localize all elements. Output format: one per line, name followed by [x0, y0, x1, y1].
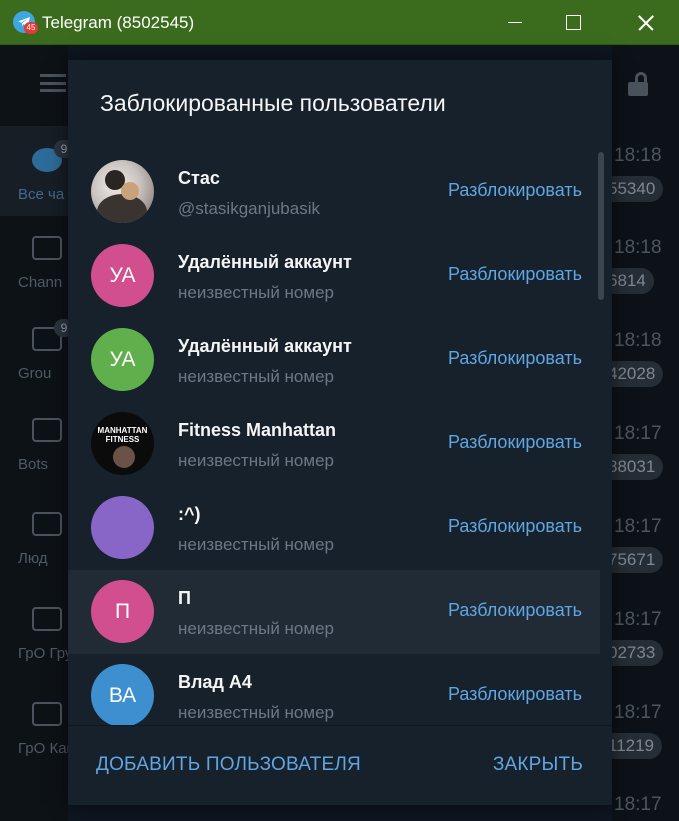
chat-time: 18:17 [614, 423, 662, 444]
chat-bubbles-icon [32, 607, 62, 631]
blocked-users-list: Стас @stasikganjubasik Разблокировать УА Уда… [68, 150, 612, 725]
sidebar-folder-item[interactable]: Люд [0, 490, 68, 580]
user-subtitle: неизвестный номер [178, 367, 334, 386]
sidebar-folder-item[interactable]: Chann [0, 214, 68, 304]
close-window-button[interactable] [622, 0, 668, 45]
blocked-user-row[interactable]: П Пнеизвестный номер Разблокировать [68, 570, 600, 654]
folder-icon [32, 236, 62, 260]
add-user-button[interactable]: ДОБАВИТЬ ПОЛЬЗОВАТЕЛЯ [96, 754, 361, 776]
minimize-button[interactable] [492, 0, 538, 45]
sidebar-folder-label: Все ча [18, 186, 65, 203]
chat-time: 18:17 [614, 609, 662, 630]
avatar: ВА [91, 664, 154, 725]
sidebar-folder-label: Grou [18, 365, 52, 382]
sidebar-folder-label: Bots [18, 456, 49, 473]
blocked-user-row[interactable]: УА Удалённый аккаунт неизвестный номер Разб… [68, 318, 600, 402]
sidebar-folder-item[interactable]: 9 Grou [0, 305, 74, 395]
user-name: Удалённый аккаунт [178, 252, 352, 272]
chat-time: 18:18 [614, 237, 662, 258]
user-name: П [178, 588, 191, 608]
unblock-button[interactable]: Разблокировать [448, 264, 582, 285]
unblock-button[interactable]: Разблокировать [448, 432, 582, 453]
blocked-user-row[interactable]: УА Удалённый аккаунт неизвестный номер Разб… [68, 234, 600, 318]
user-name: :^) [178, 504, 201, 524]
robot-icon [32, 418, 62, 442]
sidebar-folder-label: Chann [18, 274, 63, 291]
user-subtitle: неизвестный номер [178, 535, 334, 554]
user-name: Стас [178, 168, 220, 188]
list-scrollbar[interactable] [598, 152, 604, 300]
unblock-button[interactable]: Разблокировать [448, 600, 582, 621]
avatar: УА [91, 328, 154, 391]
blocked-user-row[interactable]: Стас @stasikganjubasik Разблокировать [68, 150, 600, 234]
user-subtitle: @stasikganjubasik [178, 199, 320, 218]
avatar-initials: ВА [108, 684, 137, 707]
chat-time: 18:18 [614, 330, 662, 351]
sidebar-folder-label: Люд [18, 550, 48, 567]
unblock-button[interactable]: Разблокировать [448, 516, 582, 537]
blocked-users-dialog: Заблокированные пользователи Стас @stasik… [68, 60, 612, 805]
maximize-button[interactable] [550, 0, 596, 45]
user-subtitle: неизвестный номер [178, 283, 334, 302]
avatar: УА [91, 244, 154, 307]
blocked-user-row[interactable]: ВА Влад А4 неизвестный номер Разблокировать [68, 654, 600, 725]
sidebar-folder-item[interactable]: ГрО Групп [0, 585, 89, 675]
dialog-title: Заблокированные пользователи [100, 90, 446, 116]
user-name: Влад А4 [178, 672, 252, 692]
chat-time: 18:18 [614, 145, 662, 166]
unblock-button[interactable]: Разблокировать [448, 684, 582, 705]
avatar: П [91, 580, 154, 643]
window-titlebar: 45 Telegram (8502545) [0, 0, 679, 45]
avatar-initials: УА [109, 264, 136, 287]
footer-divider [68, 725, 612, 726]
unread-badge: 45 [24, 22, 38, 34]
user-subtitle: неизвестный номер [178, 619, 334, 638]
lock-icon[interactable] [628, 72, 650, 96]
unblock-button[interactable]: Разблокировать [448, 180, 582, 201]
chat-time: 18:17 [614, 702, 662, 723]
window-title: Telegram (8502545) [42, 13, 195, 32]
user-subtitle: неизвестный номер [178, 703, 334, 722]
folder-icon [32, 512, 62, 536]
unblock-button[interactable]: Разблокировать [448, 348, 582, 369]
list-icon [32, 702, 62, 726]
avatar [91, 160, 154, 223]
user-subtitle: неизвестный номер [178, 451, 334, 470]
avatar [91, 496, 154, 559]
sidebar-folder-item[interactable]: Bots [0, 396, 68, 486]
avatar: MANHATTAN FITNESS [91, 412, 154, 475]
user-name: Удалённый аккаунт [178, 336, 352, 356]
chat-time: 18:17 [614, 516, 662, 537]
avatar-logo-text: MANHATTAN FITNESS [97, 426, 148, 444]
close-dialog-button[interactable]: ЗАКРЫТЬ [493, 754, 583, 776]
blocked-user-row[interactable]: MANHATTAN FITNESS Fitness Manhattan неизве… [68, 402, 600, 486]
blocked-user-row[interactable]: :^) неизвестный номер Разблокировать [68, 486, 600, 570]
avatar-initials: УА [109, 348, 136, 371]
sidebar-folder-item[interactable]: 9 Все ча [0, 126, 74, 216]
user-name: Fitness Manhattan [178, 420, 337, 440]
chat-time: 18:17 [614, 794, 662, 815]
sidebar-folder-item[interactable]: ГрО Канал [0, 680, 92, 770]
avatar-initials: П [114, 600, 131, 623]
menu-icon[interactable] [40, 74, 66, 92]
